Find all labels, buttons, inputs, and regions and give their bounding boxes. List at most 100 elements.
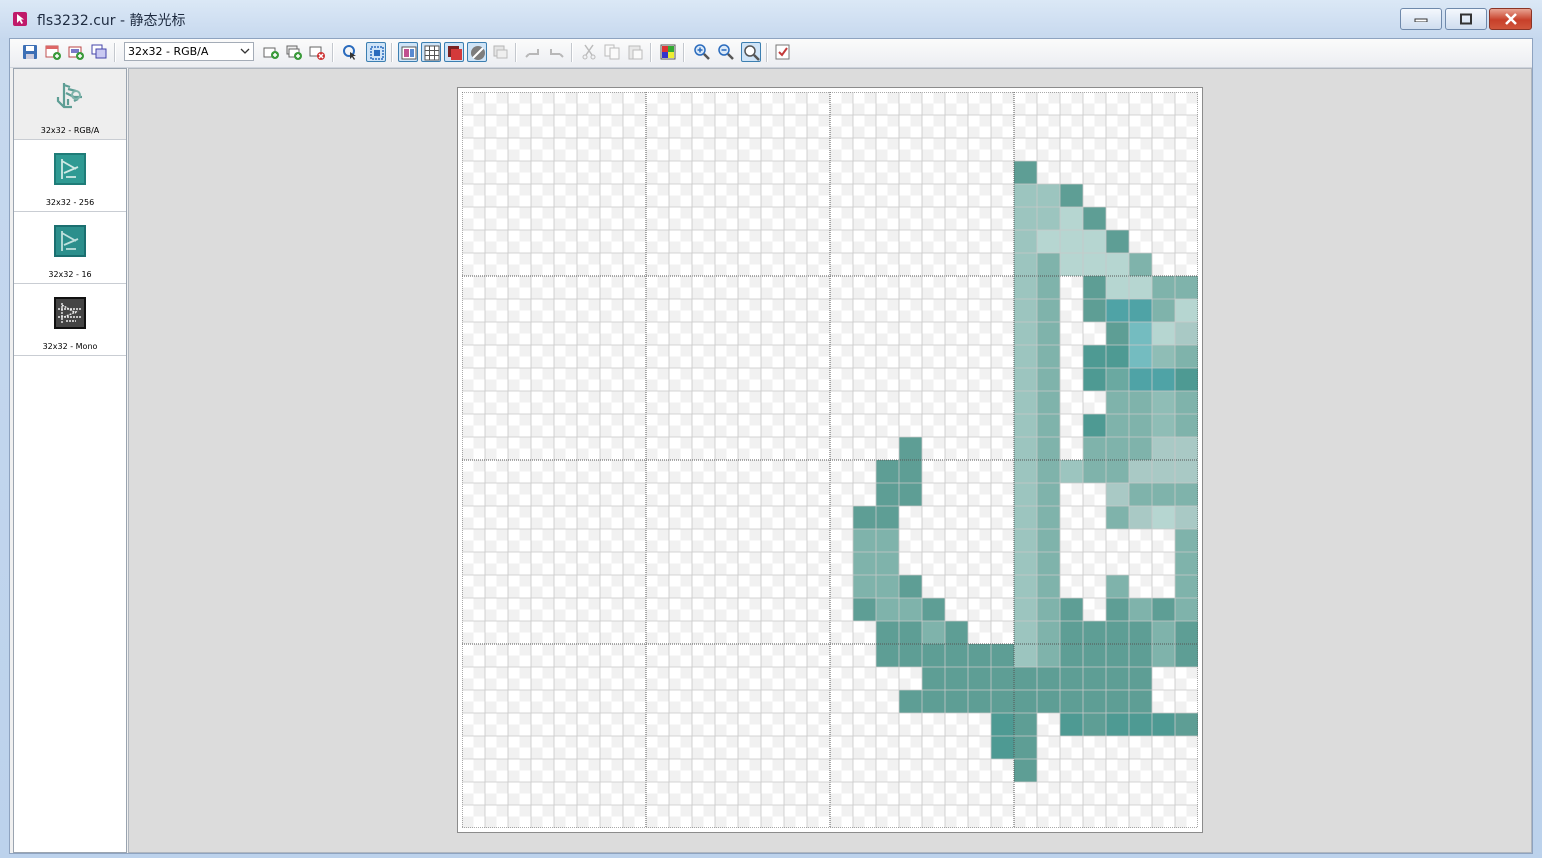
transparent-pixel[interactable] <box>1037 149 1049 162</box>
transparent-pixel[interactable] <box>945 184 957 196</box>
transparent-pixel[interactable] <box>565 736 578 748</box>
transparent-pixel[interactable] <box>531 310 543 323</box>
transparent-pixel[interactable] <box>1025 103 1038 116</box>
transparent-pixel[interactable] <box>876 299 888 311</box>
transparent-pixel[interactable] <box>496 460 509 472</box>
transparent-pixel[interactable] <box>657 448 670 461</box>
transparent-pixel[interactable] <box>899 115 911 127</box>
transparent-pixel[interactable] <box>853 287 865 300</box>
transparent-pixel[interactable] <box>876 230 888 242</box>
transparent-pixel[interactable] <box>669 402 681 415</box>
transparent-pixel[interactable] <box>646 184 658 196</box>
transparent-pixel[interactable] <box>634 138 647 150</box>
transparent-pixel[interactable] <box>899 759 911 771</box>
transparent-pixel[interactable] <box>623 264 635 277</box>
pixel[interactable] <box>876 460 899 483</box>
transparent-pixel[interactable] <box>703 356 716 369</box>
pixel[interactable] <box>1106 299 1129 322</box>
transparent-pixel[interactable] <box>485 126 497 139</box>
transparent-pixel[interactable] <box>968 471 980 484</box>
transparency-button[interactable] <box>467 42 487 62</box>
transparent-pixel[interactable] <box>1140 149 1153 162</box>
transparent-pixel[interactable] <box>1083 793 1095 806</box>
pixel[interactable] <box>1152 460 1175 483</box>
transparent-pixel[interactable] <box>956 713 969 725</box>
transparent-pixel[interactable] <box>611 494 624 507</box>
transparent-pixel[interactable] <box>692 437 704 449</box>
transparent-pixel[interactable] <box>795 621 808 633</box>
transparent-pixel[interactable] <box>1129 782 1141 794</box>
transparent-pixel[interactable] <box>485 345 497 357</box>
transparent-pixel[interactable] <box>933 724 946 737</box>
transparent-pixel[interactable] <box>554 759 566 771</box>
transparent-pixel[interactable] <box>749 816 762 829</box>
transparent-pixel[interactable] <box>784 138 796 150</box>
transparent-pixel[interactable] <box>991 621 1003 633</box>
transparent-pixel[interactable] <box>876 701 888 714</box>
transparent-pixel[interactable] <box>876 241 888 254</box>
transparent-pixel[interactable] <box>899 736 911 748</box>
transparent-pixel[interactable] <box>1094 103 1107 116</box>
transparent-pixel[interactable] <box>669 506 681 518</box>
transparent-pixel[interactable] <box>761 195 773 208</box>
transparent-pixel[interactable] <box>1094 322 1107 334</box>
transparent-pixel[interactable] <box>554 172 566 185</box>
transparent-pixel[interactable] <box>646 805 658 817</box>
transparent-pixel[interactable] <box>496 494 509 507</box>
transparent-pixel[interactable] <box>634 161 647 173</box>
transparent-pixel[interactable] <box>542 310 555 323</box>
transparent-pixel[interactable] <box>669 92 681 104</box>
transparent-pixel[interactable] <box>565 632 578 645</box>
transparent-pixel[interactable] <box>1094 391 1107 403</box>
transparent-pixel[interactable] <box>657 575 670 587</box>
transparent-pixel[interactable] <box>703 667 716 679</box>
transparent-pixel[interactable] <box>738 368 750 380</box>
transparent-pixel[interactable] <box>991 230 1003 242</box>
transparent-pixel[interactable] <box>979 770 992 783</box>
transparent-pixel[interactable] <box>634 264 647 277</box>
transparent-pixel[interactable] <box>772 690 785 702</box>
transparent-pixel[interactable] <box>922 218 934 231</box>
transparent-pixel[interactable] <box>462 391 474 403</box>
transparent-pixel[interactable] <box>508 195 520 208</box>
transparent-pixel[interactable] <box>876 195 888 208</box>
transparent-pixel[interactable] <box>588 506 601 518</box>
redo-button[interactable] <box>546 42 566 62</box>
transparent-pixel[interactable] <box>657 701 670 714</box>
transparent-pixel[interactable] <box>485 425 497 438</box>
transparent-pixel[interactable] <box>784 264 796 277</box>
transparent-pixel[interactable] <box>910 402 923 415</box>
transparent-pixel[interactable] <box>623 701 635 714</box>
transparent-pixel[interactable] <box>922 494 934 507</box>
transparent-pixel[interactable] <box>646 655 658 668</box>
transparent-pixel[interactable] <box>623 517 635 530</box>
transparent-pixel[interactable] <box>531 345 543 357</box>
transparent-pixel[interactable] <box>991 126 1003 139</box>
transparent-pixel[interactable] <box>577 667 589 679</box>
transparent-pixel[interactable] <box>761 724 773 737</box>
transparent-pixel[interactable] <box>726 345 739 357</box>
transparent-pixel[interactable] <box>531 425 543 438</box>
transparent-pixel[interactable] <box>726 310 739 323</box>
transparent-pixel[interactable] <box>657 609 670 622</box>
transparent-pixel[interactable] <box>910 563 923 576</box>
transparent-pixel[interactable] <box>876 437 888 449</box>
transparent-pixel[interactable] <box>726 506 739 518</box>
pixel[interactable] <box>1175 460 1198 483</box>
transparent-pixel[interactable] <box>956 207 969 219</box>
transparent-pixel[interactable] <box>565 310 578 323</box>
transparent-pixel[interactable] <box>554 736 566 748</box>
transparent-pixel[interactable] <box>945 402 957 415</box>
transparent-pixel[interactable] <box>1083 517 1095 530</box>
transparent-pixel[interactable] <box>715 207 727 219</box>
pixel[interactable] <box>1106 690 1129 713</box>
transparent-pixel[interactable] <box>795 149 808 162</box>
transparent-pixel[interactable] <box>922 460 934 472</box>
pixel[interactable] <box>922 644 945 667</box>
transparent-pixel[interactable] <box>772 667 785 679</box>
transparent-pixel[interactable] <box>887 92 900 104</box>
pixel[interactable] <box>1083 230 1106 253</box>
transparent-pixel[interactable] <box>795 540 808 553</box>
transparent-pixel[interactable] <box>749 310 762 323</box>
transparent-pixel[interactable] <box>795 264 808 277</box>
